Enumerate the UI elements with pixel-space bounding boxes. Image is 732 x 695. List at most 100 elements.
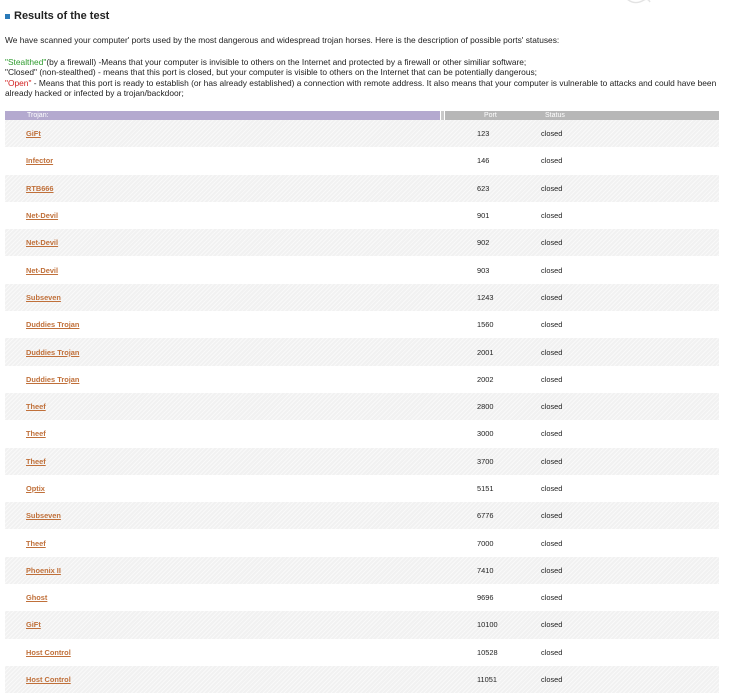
trojan-link[interactable]: Subseven: [26, 511, 61, 520]
cell-port: 1560: [477, 320, 494, 330]
cell-port: 901: [477, 211, 490, 221]
trojan-link[interactable]: RTB666: [26, 184, 54, 193]
table-row: Host Control 11051 closed: [5, 665, 719, 694]
cell-status: closed: [541, 593, 563, 603]
results-page: Results of the test We have scanned your…: [0, 0, 732, 695]
cell-status: closed: [541, 129, 563, 139]
cell-trojan: Theef: [5, 402, 445, 411]
trojan-link[interactable]: Theef: [26, 457, 46, 466]
cell-status: closed: [541, 565, 563, 575]
table-row: GiFt 123 closed: [5, 120, 719, 148]
status-stealthed-label: "Stealthed": [5, 57, 47, 67]
cell-trojan: Net-Devil: [5, 238, 445, 247]
cell-port: 903: [477, 265, 490, 275]
table-row: Net-Devil 901 closed: [5, 201, 719, 230]
cell-status: closed: [541, 484, 563, 493]
cell-trojan: Host Control: [5, 675, 445, 684]
cell-status: closed: [541, 156, 563, 166]
cell-port: 2800: [477, 402, 494, 412]
cell-port: 11051: [477, 675, 498, 685]
table-body: GiFt 123 closed Infector 146 closed RTB666 623 c…: [5, 120, 719, 694]
table-row: GiFt 10100 closed: [5, 611, 719, 639]
cell-port: 146: [477, 156, 490, 166]
status-descriptions: "Stealthed"(by a firewall) -Means that y…: [5, 57, 720, 99]
cell-trojan: Duddies Trojan: [5, 375, 445, 384]
status-open-desc: - Means that this port is ready to estab…: [5, 77, 717, 99]
table-row: Theef 2800 closed: [5, 392, 719, 421]
trojan-link[interactable]: Optix: [26, 484, 45, 493]
trojan-link[interactable]: Host Control: [26, 648, 71, 657]
cell-port: 2001: [477, 347, 494, 357]
cell-port: 9696: [477, 593, 494, 603]
cell-trojan: Net-Devil: [5, 266, 445, 275]
cell-status: closed: [541, 402, 563, 412]
cell-trojan: Net-Devil: [5, 211, 445, 220]
cell-trojan: Host Control: [5, 648, 445, 657]
cell-trojan: GiFt: [5, 129, 445, 138]
table-row: Net-Devil 903 closed: [5, 256, 719, 284]
cell-port: 2002: [477, 374, 494, 384]
cell-status: closed: [541, 292, 563, 302]
status-stealthed-line: "Stealthed"(by a firewall) -Means that y…: [5, 57, 720, 67]
trojan-link[interactable]: GiFt: [26, 620, 41, 629]
section-title: Results of the test: [5, 9, 109, 23]
column-header-status: Status: [541, 111, 719, 120]
cell-trojan: Phoenix II: [5, 566, 445, 575]
status-stealthed-desc: (by a firewall) -Means that your compute…: [46, 57, 527, 67]
cell-status: closed: [541, 456, 563, 466]
cell-trojan: Optix: [5, 484, 445, 493]
trojan-link[interactable]: GiFt: [26, 129, 41, 138]
cell-status: closed: [541, 347, 563, 357]
cell-port: 902: [477, 238, 490, 248]
trojan-link[interactable]: Ghost: [26, 593, 47, 602]
results-table: Trojan: Port Status GiFt 123 closed Infecto…: [5, 111, 719, 694]
trojan-link[interactable]: Duddies Trojan: [26, 320, 79, 329]
trojan-link[interactable]: Theef: [26, 429, 46, 438]
status-closed-label: "Closed": [5, 67, 38, 78]
status-open-line: "Open" - Means that this port is ready t…: [5, 78, 720, 99]
cell-trojan: Ghost: [5, 593, 445, 602]
cell-trojan: Duddies Trojan: [5, 320, 445, 329]
trojan-link[interactable]: Theef: [26, 402, 46, 411]
table-row: Host Control 10528 closed: [5, 638, 719, 666]
trojan-link[interactable]: Duddies Trojan: [26, 375, 79, 384]
cell-port: 3700: [477, 456, 494, 466]
trojan-link[interactable]: Subseven: [26, 293, 61, 302]
cell-port: 3000: [477, 429, 494, 439]
cell-status: closed: [541, 211, 563, 221]
table-row: Duddies Trojan 2002 closed: [5, 365, 719, 393]
cell-status: closed: [541, 320, 563, 330]
cell-status: closed: [541, 374, 563, 384]
trojan-link[interactable]: Net-Devil: [26, 211, 58, 220]
cell-trojan: Duddies Trojan: [5, 348, 445, 357]
table-row: Subseven 1243 closed: [5, 283, 719, 312]
cell-trojan: Infector: [5, 156, 445, 165]
trojan-link[interactable]: Duddies Trojan: [26, 348, 79, 357]
table-row: Ghost 9696 closed: [5, 584, 719, 612]
table-row: Phoenix II 7410 closed: [5, 556, 719, 585]
cell-trojan: Theef: [5, 457, 445, 466]
trojan-link[interactable]: Host Control: [26, 675, 71, 684]
table-row: Subseven 6776 closed: [5, 502, 719, 530]
table-row: Optix 5151 closed: [5, 474, 719, 503]
trojan-link[interactable]: Theef: [26, 539, 46, 548]
cell-port: 7000: [477, 538, 494, 548]
status-closed-line: "Closed" (non-stealthed) - means that th…: [5, 67, 720, 77]
bullet-square-icon: [5, 14, 10, 19]
trojan-link[interactable]: Net-Devil: [26, 238, 58, 247]
cell-port: 10528: [477, 647, 498, 657]
table-header: Trojan: Port Status: [5, 111, 719, 120]
cell-status: closed: [541, 647, 563, 657]
cell-trojan: GiFt: [5, 620, 445, 629]
status-open-label: "Open": [5, 77, 32, 88]
trojan-link[interactable]: Infector: [26, 156, 53, 165]
trojan-link[interactable]: Phoenix II: [26, 566, 61, 575]
cell-port: 623: [477, 183, 490, 193]
page-title: Results of the test: [14, 10, 110, 22]
cell-port: 7410: [477, 565, 494, 575]
cell-status: closed: [541, 675, 563, 685]
cell-status: closed: [541, 238, 563, 248]
cell-status: closed: [541, 620, 563, 630]
table-row: Theef 3000 closed: [5, 420, 719, 448]
trojan-link[interactable]: Net-Devil: [26, 266, 58, 275]
